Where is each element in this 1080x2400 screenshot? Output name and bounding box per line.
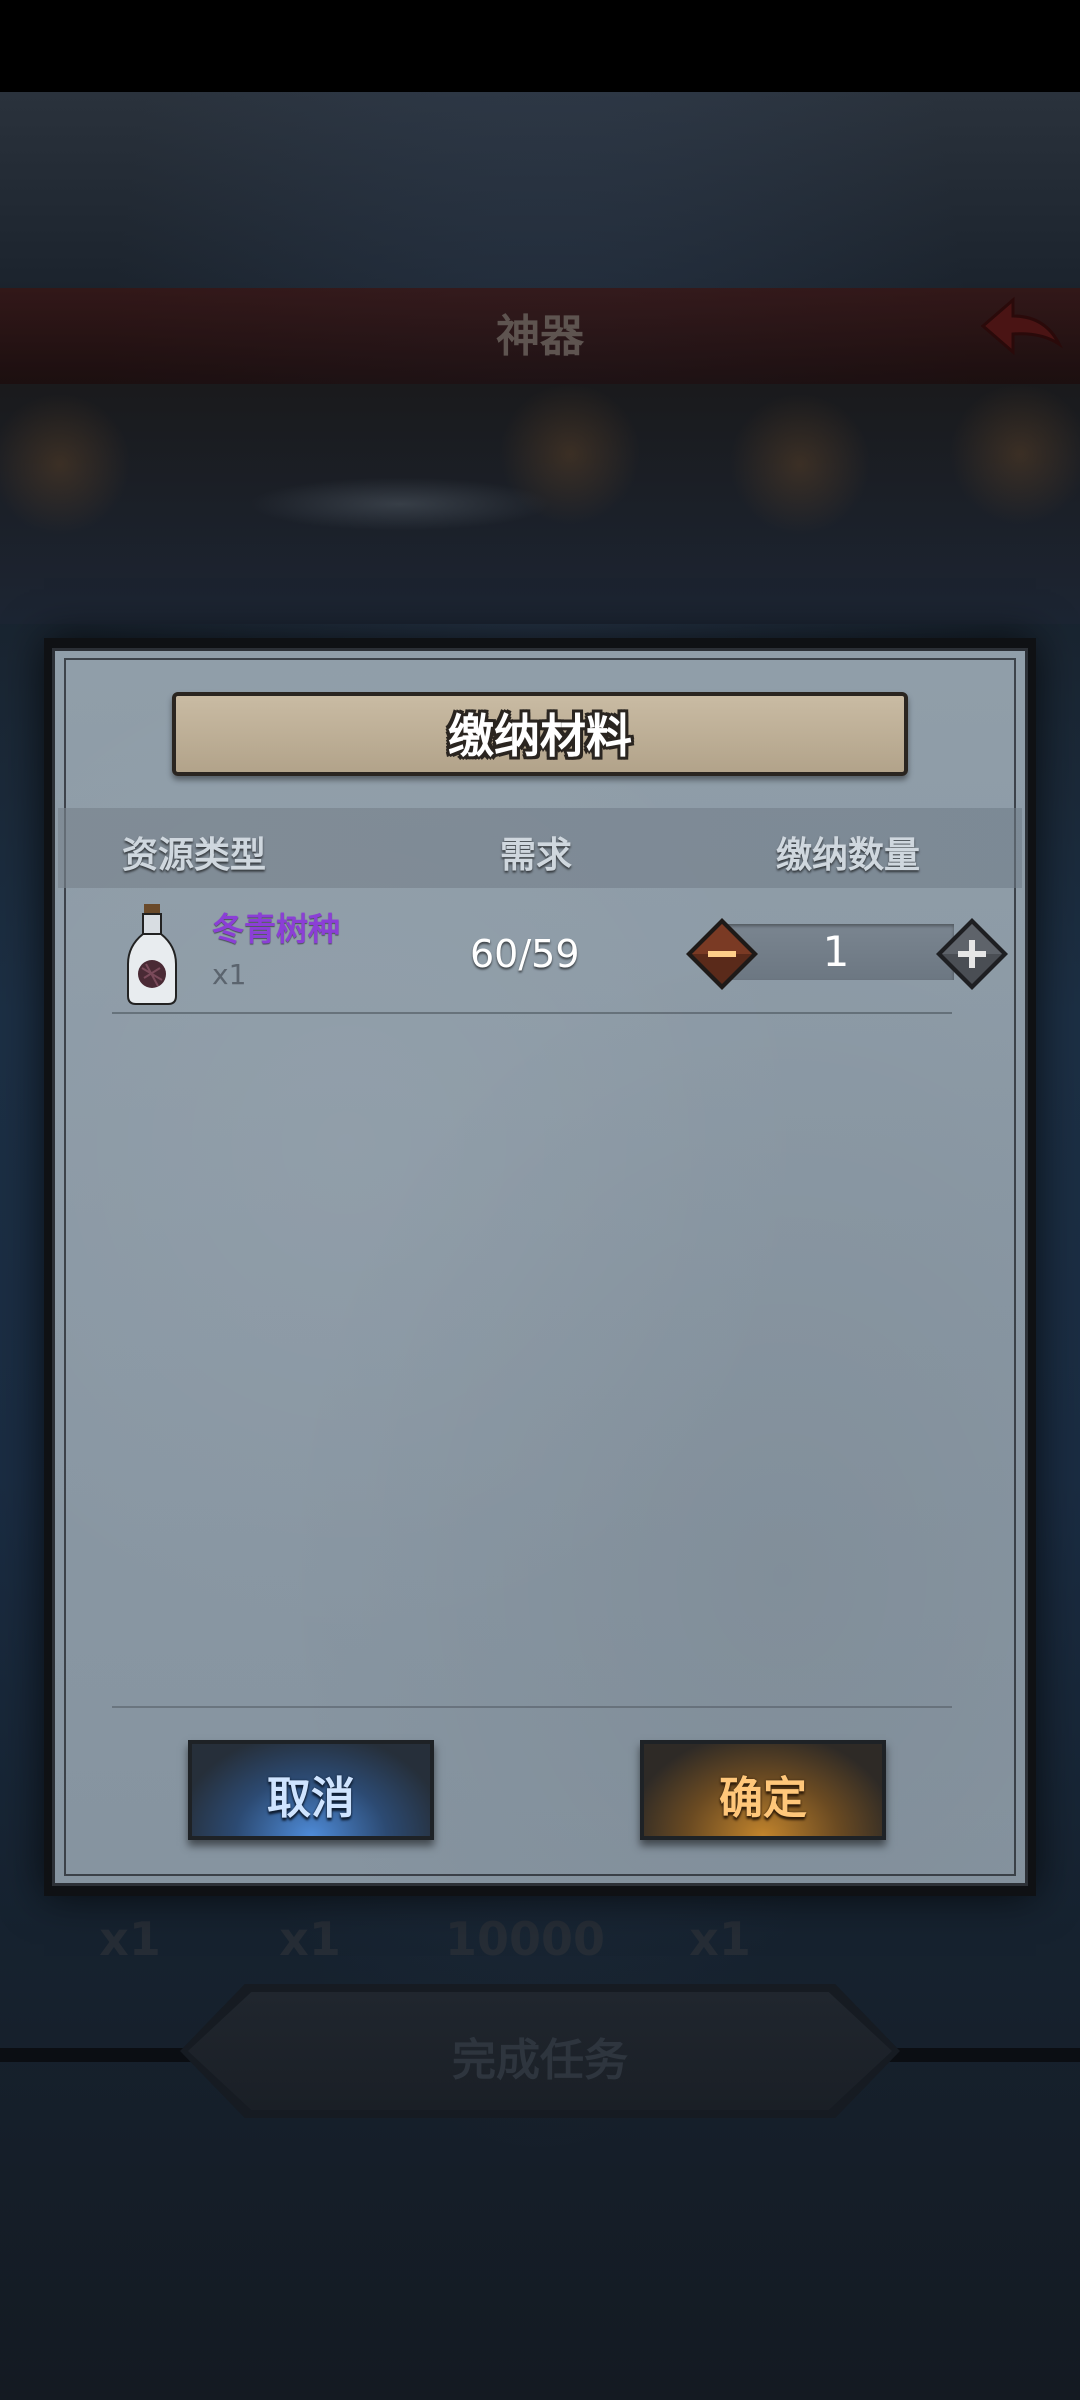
artifact-artwork — [0, 384, 1080, 624]
status-bar — [0, 0, 1080, 92]
plus-icon[interactable] — [934, 916, 1010, 992]
reward-count-4: x1 — [689, 1912, 751, 1966]
row-divider — [112, 1012, 952, 1014]
item-requirement: 60/59 — [470, 932, 580, 976]
scene-title: 神器 — [496, 311, 584, 362]
reward-count-2: x1 — [279, 1912, 341, 1966]
complete-task-label: 完成任务 — [452, 2035, 628, 2086]
item-owned-count: x1 — [212, 958, 247, 991]
item-name: 冬青树种 — [212, 910, 341, 948]
dialog-title: 缴纳材料 — [448, 709, 632, 763]
reward-counts: x1 x1 10000 x1 — [0, 1912, 1080, 1982]
header-resource-type: 资源类型 — [122, 835, 267, 876]
reward-count-1: x1 — [99, 1912, 161, 1966]
reward-count-3: 10000 — [444, 1912, 606, 1966]
bottle-icon — [127, 904, 177, 1005]
confirm-button-label: 确定 — [719, 1773, 807, 1824]
header-submit-quantity: 缴纳数量 — [776, 835, 921, 876]
back-arrow-icon[interactable] — [975, 292, 1065, 362]
header-requirement: 需求 — [500, 835, 573, 876]
bottom-divider — [112, 1706, 952, 1708]
minus-icon[interactable] — [684, 916, 760, 992]
cancel-button-label: 取消 — [267, 1773, 355, 1824]
table-header: 资源类型 需求 缴纳数量 — [58, 808, 1022, 888]
